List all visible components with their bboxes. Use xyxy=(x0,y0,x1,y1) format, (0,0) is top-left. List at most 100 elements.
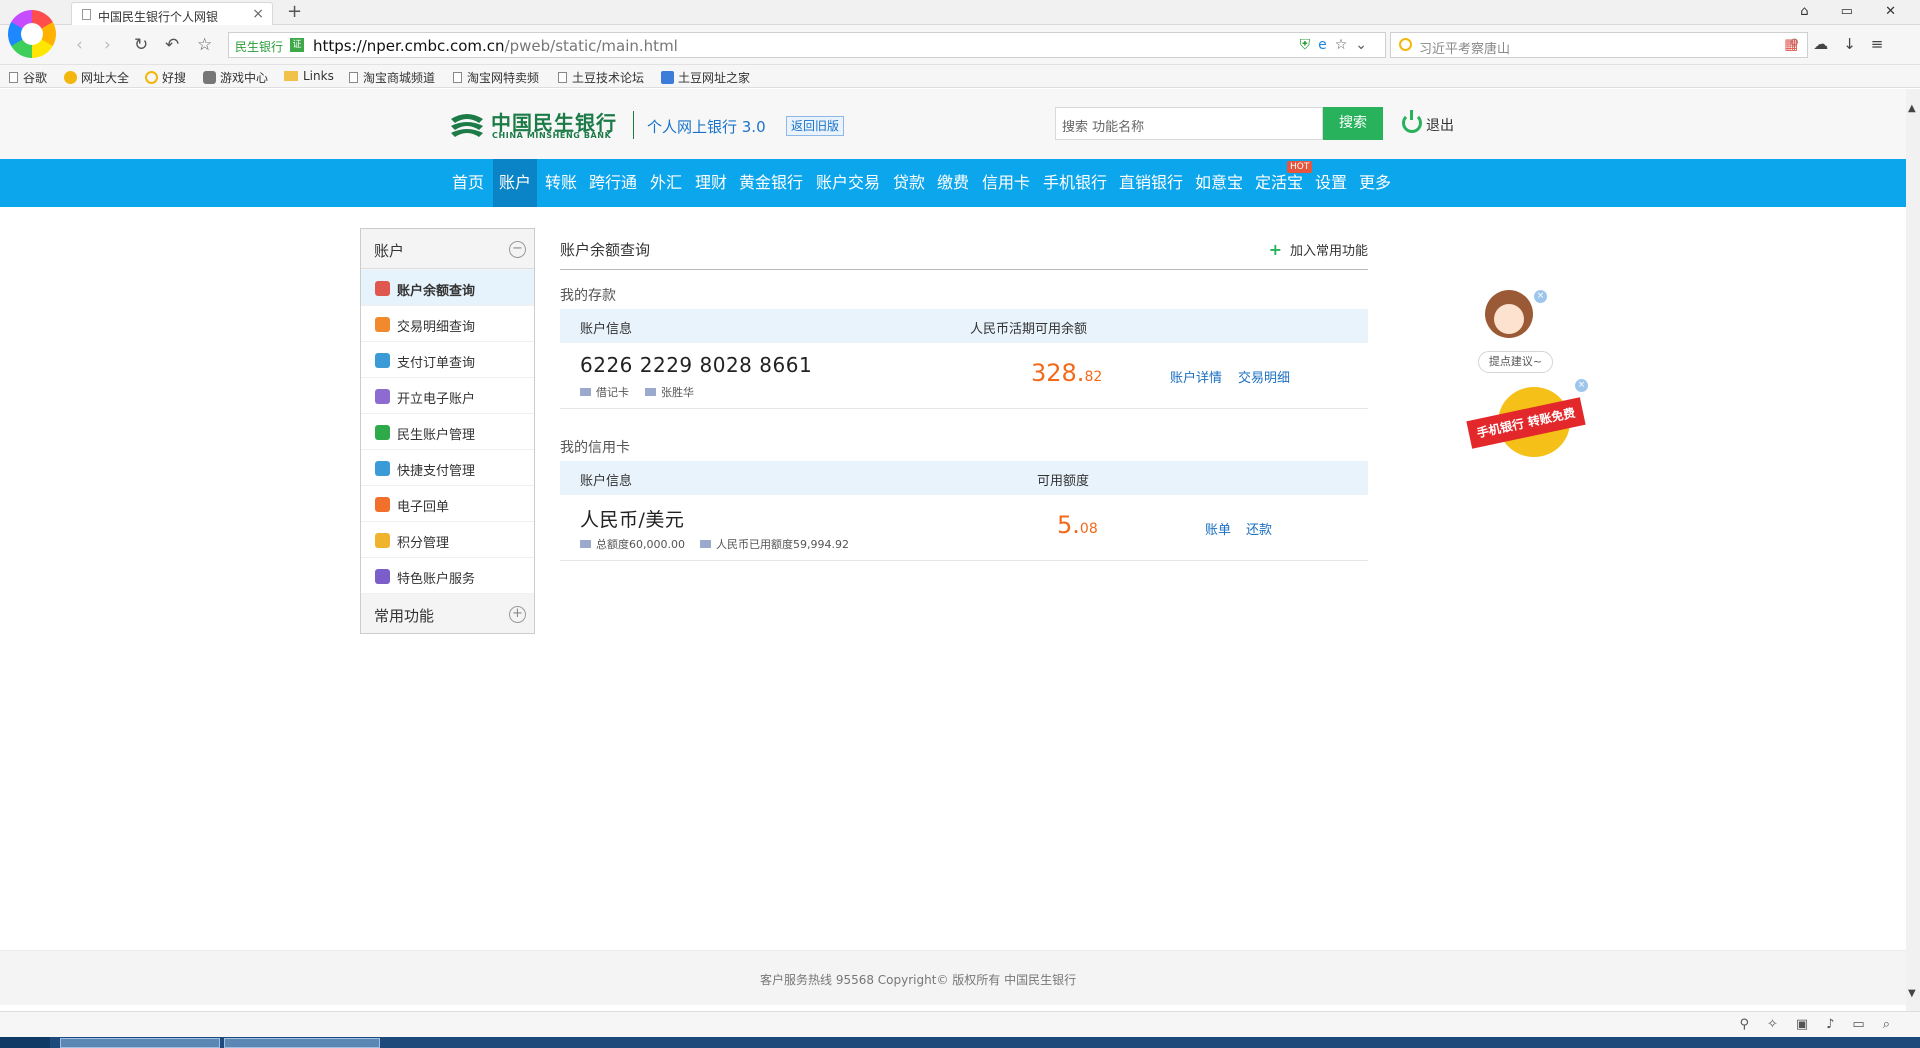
repay-link[interactable]: 还款 xyxy=(1246,519,1272,538)
ie-icon[interactable]: e xyxy=(1318,37,1335,53)
collapse-icon[interactable]: − xyxy=(509,241,526,258)
sidebar-item-account-manage[interactable]: 民生账户管理 xyxy=(361,414,534,450)
nav-interbank[interactable]: 跨行通 xyxy=(585,159,641,207)
bookmark-star-icon[interactable]: ☆ xyxy=(1335,37,1356,53)
bookmark-item[interactable]: 淘宝网特卖频 xyxy=(453,69,539,86)
expand-icon[interactable]: + xyxy=(509,606,526,623)
dropdown-icon[interactable]: ⌄ xyxy=(1355,37,1375,53)
sidebar-item-open-account[interactable]: 开立电子账户 xyxy=(361,378,534,414)
old-version-button[interactable]: 返回旧版 xyxy=(786,116,845,136)
cloud-icon[interactable]: ☁ xyxy=(1813,35,1843,53)
back-icon[interactable]: ‹ xyxy=(76,35,83,55)
close-promo-icon[interactable]: × xyxy=(1575,379,1588,392)
undo-icon[interactable]: ↶ xyxy=(165,35,179,55)
sidebar-section-common[interactable]: 常用功能 + xyxy=(361,594,534,634)
open-account-icon xyxy=(375,389,390,404)
card-type: 借记卡 xyxy=(580,384,629,400)
browser-search-field[interactable]: 习近平考察唐山 ⚲ xyxy=(1390,32,1808,58)
shield-icon[interactable]: ⛨ xyxy=(1300,37,1319,53)
reload-icon[interactable]: ↻ xyxy=(134,35,148,55)
nav-forex[interactable]: 外汇 xyxy=(645,159,687,207)
toolbar-icons[interactable]: ▦☁↓≡ xyxy=(1784,35,1898,53)
account-sidebar: 账户 − 账户余额查询 交易明细查询 支付订单查询 开立电子账户 民生账户管理 … xyxy=(360,228,535,634)
browser-tab-bar: 中国民生银行个人网银 × + ⌂ ▭ ✕ xyxy=(0,0,1920,26)
main-nav: 首页 账户 转账 跨行通 外汇 理财 黄金银行 账户交易 贷款 缴费 信用卡 手… xyxy=(0,159,1906,207)
taskbar-window[interactable] xyxy=(224,1038,380,1048)
bookmark-item[interactable]: 谷歌 xyxy=(9,69,47,86)
download-icon[interactable]: ↓ xyxy=(1843,35,1871,53)
sidebar-item-transactions[interactable]: 交易明细查询 xyxy=(361,306,534,342)
scroll-down-icon[interactable]: ▼ xyxy=(1908,988,1916,999)
bookmark-item[interactable]: 游戏中心 xyxy=(203,69,268,86)
nav-ruyibao[interactable]: 如意宝 xyxy=(1191,159,1247,207)
credit-table-header: 账户信息 可用额度 xyxy=(560,461,1368,495)
nav-more[interactable]: 更多 xyxy=(1355,159,1395,207)
apps-icon[interactable]: ▦ xyxy=(1784,35,1813,53)
nav-transfer[interactable]: 转账 xyxy=(541,159,581,207)
sidebar-item-special-service[interactable]: 特色账户服务 xyxy=(361,558,534,594)
sidebar-item-balance[interactable]: 账户余额查询 xyxy=(361,270,534,306)
certificate-icon[interactable]: 证 xyxy=(290,38,304,52)
sidebar-item-points[interactable]: 积分管理 xyxy=(361,522,534,558)
browser-logo-icon[interactable] xyxy=(8,10,56,58)
nav-wealth[interactable]: 理财 xyxy=(691,159,731,207)
avatar-face xyxy=(1494,304,1524,334)
menu-icon[interactable]: ≡ xyxy=(1871,35,1899,53)
url-action-icons[interactable]: ⛨e☆⌄ xyxy=(1300,37,1375,53)
status-icons[interactable]: ⚲✧▣♪▭⌕ xyxy=(1739,1017,1908,1032)
sidebar-section-label: 账户 xyxy=(374,242,405,260)
scroll-up-icon[interactable]: ▲ xyxy=(1908,103,1916,114)
close-tab-icon[interactable]: × xyxy=(252,6,264,22)
bill-link[interactable]: 账单 xyxy=(1205,519,1231,538)
close-assistant-icon[interactable]: × xyxy=(1534,290,1547,303)
logout-label: 退出 xyxy=(1426,118,1454,134)
transaction-detail-icon xyxy=(375,317,390,332)
url-field[interactable]: 民生银行 证 https://nper.cmbc.com.cn/pweb/sta… xyxy=(228,32,1386,58)
sidebar-item-quick-pay[interactable]: 快捷支付管理 xyxy=(361,450,534,486)
url-text[interactable]: https://nper.cmbc.com.cn/pweb/static/mai… xyxy=(313,37,678,55)
plus-icon: + xyxy=(1268,240,1282,259)
nav-loan[interactable]: 贷款 xyxy=(889,159,929,207)
nav-credit-card[interactable]: 信用卡 xyxy=(977,159,1035,207)
nav-account[interactable]: 账户 xyxy=(493,159,537,207)
bank-name-en: CHINA MINSHENG BANK xyxy=(492,131,612,140)
bookmark-item[interactable]: 好搜 xyxy=(145,69,186,86)
sidebar-section-account[interactable]: 账户 − xyxy=(361,229,534,269)
vertical-scrollbar[interactable]: ▲ ▼ xyxy=(1906,89,1920,1011)
nav-bill-pay[interactable]: 缴费 xyxy=(933,159,973,207)
browser-tab[interactable]: 中国民生银行个人网银 × xyxy=(71,2,273,26)
mobile-promo-banner[interactable]: 手机银行 转账免费 xyxy=(1466,387,1586,457)
function-search-input[interactable]: 搜索 功能名称 xyxy=(1055,107,1323,140)
power-icon xyxy=(1402,110,1422,133)
nav-account-trade[interactable]: 账户交易 xyxy=(811,159,885,207)
sidebar-item-orders[interactable]: 支付订单查询 xyxy=(361,342,534,378)
assistant-avatar[interactable] xyxy=(1481,290,1537,350)
forward-icon[interactable]: › xyxy=(104,35,111,55)
bookmark-item[interactable]: Links xyxy=(284,69,334,83)
favorite-star-icon[interactable]: ☆ xyxy=(197,35,212,55)
taskbar-window[interactable] xyxy=(60,1038,220,1048)
sidebar-item-label: 开立电子账户 xyxy=(397,392,476,407)
new-tab-button[interactable]: + xyxy=(287,1,302,22)
nav-direct-bank[interactable]: 直销银行 xyxy=(1115,159,1187,207)
nav-mobile-bank[interactable]: 手机银行 xyxy=(1039,159,1111,207)
nav-settings[interactable]: 设置 xyxy=(1311,159,1351,207)
bookmark-item[interactable]: 土豆技术论坛 xyxy=(558,69,644,86)
window-controls[interactable]: ⌂ ▭ ✕ xyxy=(1800,4,1910,19)
search-engine-icon xyxy=(1399,38,1412,51)
bookmark-item[interactable]: 淘宝商城频道 xyxy=(349,69,435,86)
sidebar-item-e-receipt[interactable]: 电子回单 xyxy=(361,486,534,522)
url-host: https://nper.cmbc.com.cn xyxy=(313,37,505,55)
bookmark-item[interactable]: 土豆网址之家 xyxy=(661,69,750,86)
search-button[interactable]: 搜索 xyxy=(1323,107,1383,140)
bookmark-item[interactable]: 网址大全 xyxy=(64,69,129,86)
nav-gold[interactable]: 黄金银行 xyxy=(735,159,807,207)
bank-logo-icon[interactable] xyxy=(447,111,487,139)
footer-text: 客户服务热线 95568 Copyright© 版权所有 中国民生银行 xyxy=(760,973,1077,987)
transaction-detail-link[interactable]: 交易明细 xyxy=(1238,367,1290,386)
nav-home[interactable]: 首页 xyxy=(448,159,488,207)
start-button[interactable] xyxy=(0,1037,50,1048)
account-detail-link[interactable]: 账户详情 xyxy=(1170,367,1222,386)
suggestion-button[interactable]: 提点建议~ xyxy=(1478,351,1553,373)
add-favorite-button[interactable]: + 加入常用功能 xyxy=(1269,240,1368,259)
